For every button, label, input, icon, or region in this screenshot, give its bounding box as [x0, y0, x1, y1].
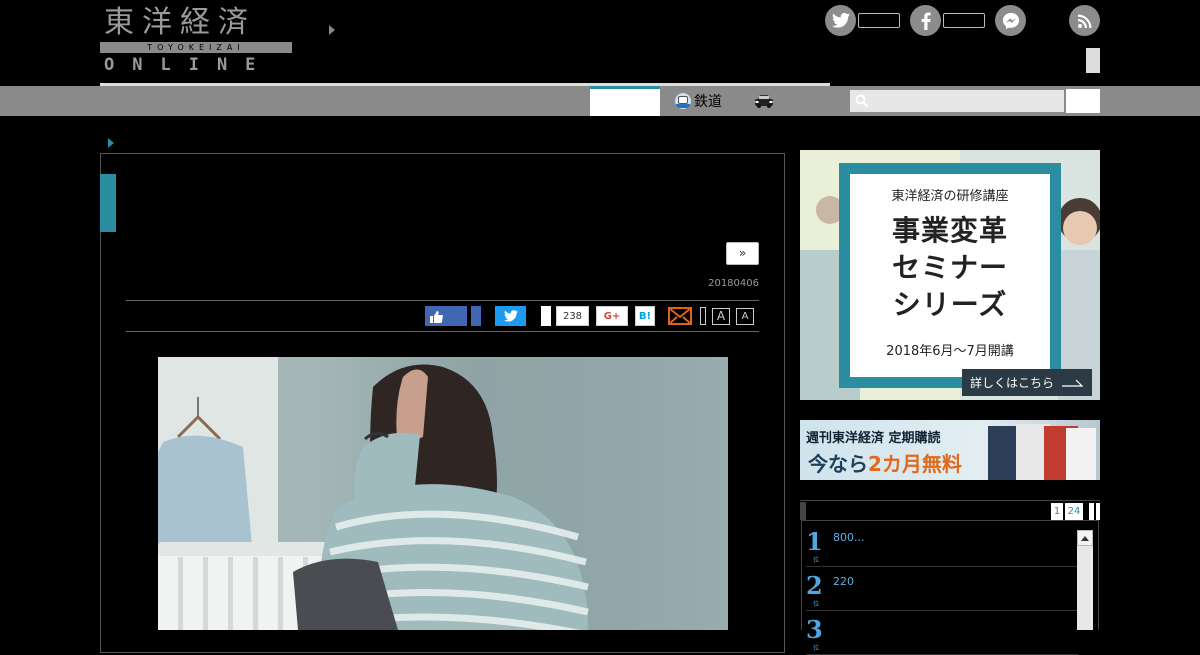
ranking-title[interactable]: 800...	[833, 531, 865, 544]
ranking-number: 2	[806, 571, 823, 600]
search-button[interactable]	[1066, 89, 1100, 113]
font-size-small-button[interactable]: A	[736, 308, 754, 325]
car-icon[interactable]	[752, 91, 776, 111]
mail-icon[interactable]	[668, 306, 692, 326]
ad-cta-button[interactable]: 詳しくはこちら	[962, 369, 1092, 396]
nav-item-rail[interactable]: 鉄道	[675, 86, 722, 116]
pocket-button[interactable]	[541, 306, 551, 326]
ranking-tab-extra[interactable]	[1096, 503, 1100, 520]
logo-roman: TOYOKEIZAI	[147, 43, 245, 52]
subscription-ad-main: 今なら2カ月無料	[808, 448, 962, 477]
ranking-header-bar	[800, 502, 806, 520]
magazine-covers-image	[988, 424, 1096, 480]
facebook-count-box	[943, 13, 985, 28]
hatena-bookmark-button[interactable]: B!	[635, 306, 655, 326]
messenger-icon[interactable]	[995, 5, 1026, 36]
share-bottom-rule	[126, 331, 759, 332]
train-icon	[675, 93, 691, 109]
ad-dates: 2018年6月～7月開講	[886, 344, 1014, 359]
google-plus-button[interactable]: G+	[596, 306, 628, 326]
subscription-ad-banner[interactable]: 週刊東洋経済 定期購読 今なら2カ月無料	[800, 420, 1100, 480]
ranking-unit: 位	[813, 601, 820, 608]
ranking-tab-24[interactable]: 24	[1065, 503, 1083, 520]
ranking-tab-1[interactable]: 1	[1051, 503, 1063, 520]
header-menu-caret-icon[interactable]	[329, 25, 335, 35]
ad-title-line3: シリーズ	[892, 288, 1008, 321]
logo-kanji: 東洋経済	[104, 5, 256, 40]
facebook-like-button[interactable]	[425, 306, 467, 326]
login-button[interactable]	[1086, 48, 1100, 73]
article-title-accent	[100, 174, 116, 232]
ranking-title[interactable]: 220	[833, 575, 854, 588]
tweet-button[interactable]	[495, 306, 526, 326]
font-size-large-button[interactable]: A	[712, 308, 730, 325]
twitter-count-box	[858, 13, 900, 28]
ad-title: 事業変革 セミナー シリーズ	[850, 212, 1050, 323]
ad-kicker: 東洋経済の研修講座	[891, 189, 1009, 204]
ranking-item[interactable]: 1 位 800...	[806, 523, 1078, 567]
next-page-button[interactable]: »	[726, 242, 759, 265]
facebook-like-count[interactable]	[471, 306, 481, 326]
article-date: 20180406	[708, 278, 759, 289]
article-hero-image	[158, 357, 728, 630]
ranking-item[interactable]: 3 位	[806, 611, 1078, 655]
ad-cta-label: 詳しくはこちら	[969, 376, 1054, 390]
breadcrumb-caret-icon[interactable]	[108, 138, 114, 148]
twitter-bird-icon	[503, 310, 518, 322]
pocket-count: 238	[556, 306, 589, 326]
seminar-ad-banner[interactable]: 東洋経済の研修講座 事業変革 セミナー シリーズ 2018年6月～7月開講 詳し…	[800, 150, 1100, 400]
subscription-ad-highlight: 2カ月無料	[868, 452, 962, 476]
nav-item-rail-label: 鉄道	[694, 94, 722, 110]
nav-tab-active[interactable]	[590, 86, 660, 116]
facebook-icon[interactable]	[910, 5, 941, 36]
search-icon	[855, 94, 869, 108]
ranking-tab-more[interactable]	[1089, 503, 1094, 520]
twitter-icon[interactable]	[825, 5, 856, 36]
ranking-item[interactable]: 2 位 220	[806, 567, 1078, 611]
ranking-unit: 位	[813, 645, 820, 652]
ranking-number: 1	[806, 527, 823, 556]
ad-title-line1: 事業変革	[891, 214, 1008, 247]
thumbs-up-icon	[430, 310, 443, 323]
share-top-rule	[126, 300, 759, 301]
rss-icon[interactable]	[1069, 5, 1100, 36]
ad-title-line2: セミナー	[891, 251, 1008, 284]
subscription-ad-top: 週刊東洋経済 定期購読	[806, 431, 941, 446]
subscription-ad-prefix: 今なら	[808, 452, 868, 476]
share-divider	[700, 307, 706, 325]
logo-online: ONLINE	[104, 55, 274, 75]
ranking-list: 1 位 800... 2 位 220 3 位	[801, 520, 1099, 655]
search-input[interactable]	[850, 90, 1064, 112]
scroll-up-arrow-icon[interactable]	[1077, 530, 1093, 546]
arrow-right-icon	[1062, 379, 1084, 387]
ranking-unit: 位	[813, 557, 820, 564]
site-logo[interactable]: 東洋経済 TOYOKEIZAI ONLINE	[100, 5, 295, 75]
